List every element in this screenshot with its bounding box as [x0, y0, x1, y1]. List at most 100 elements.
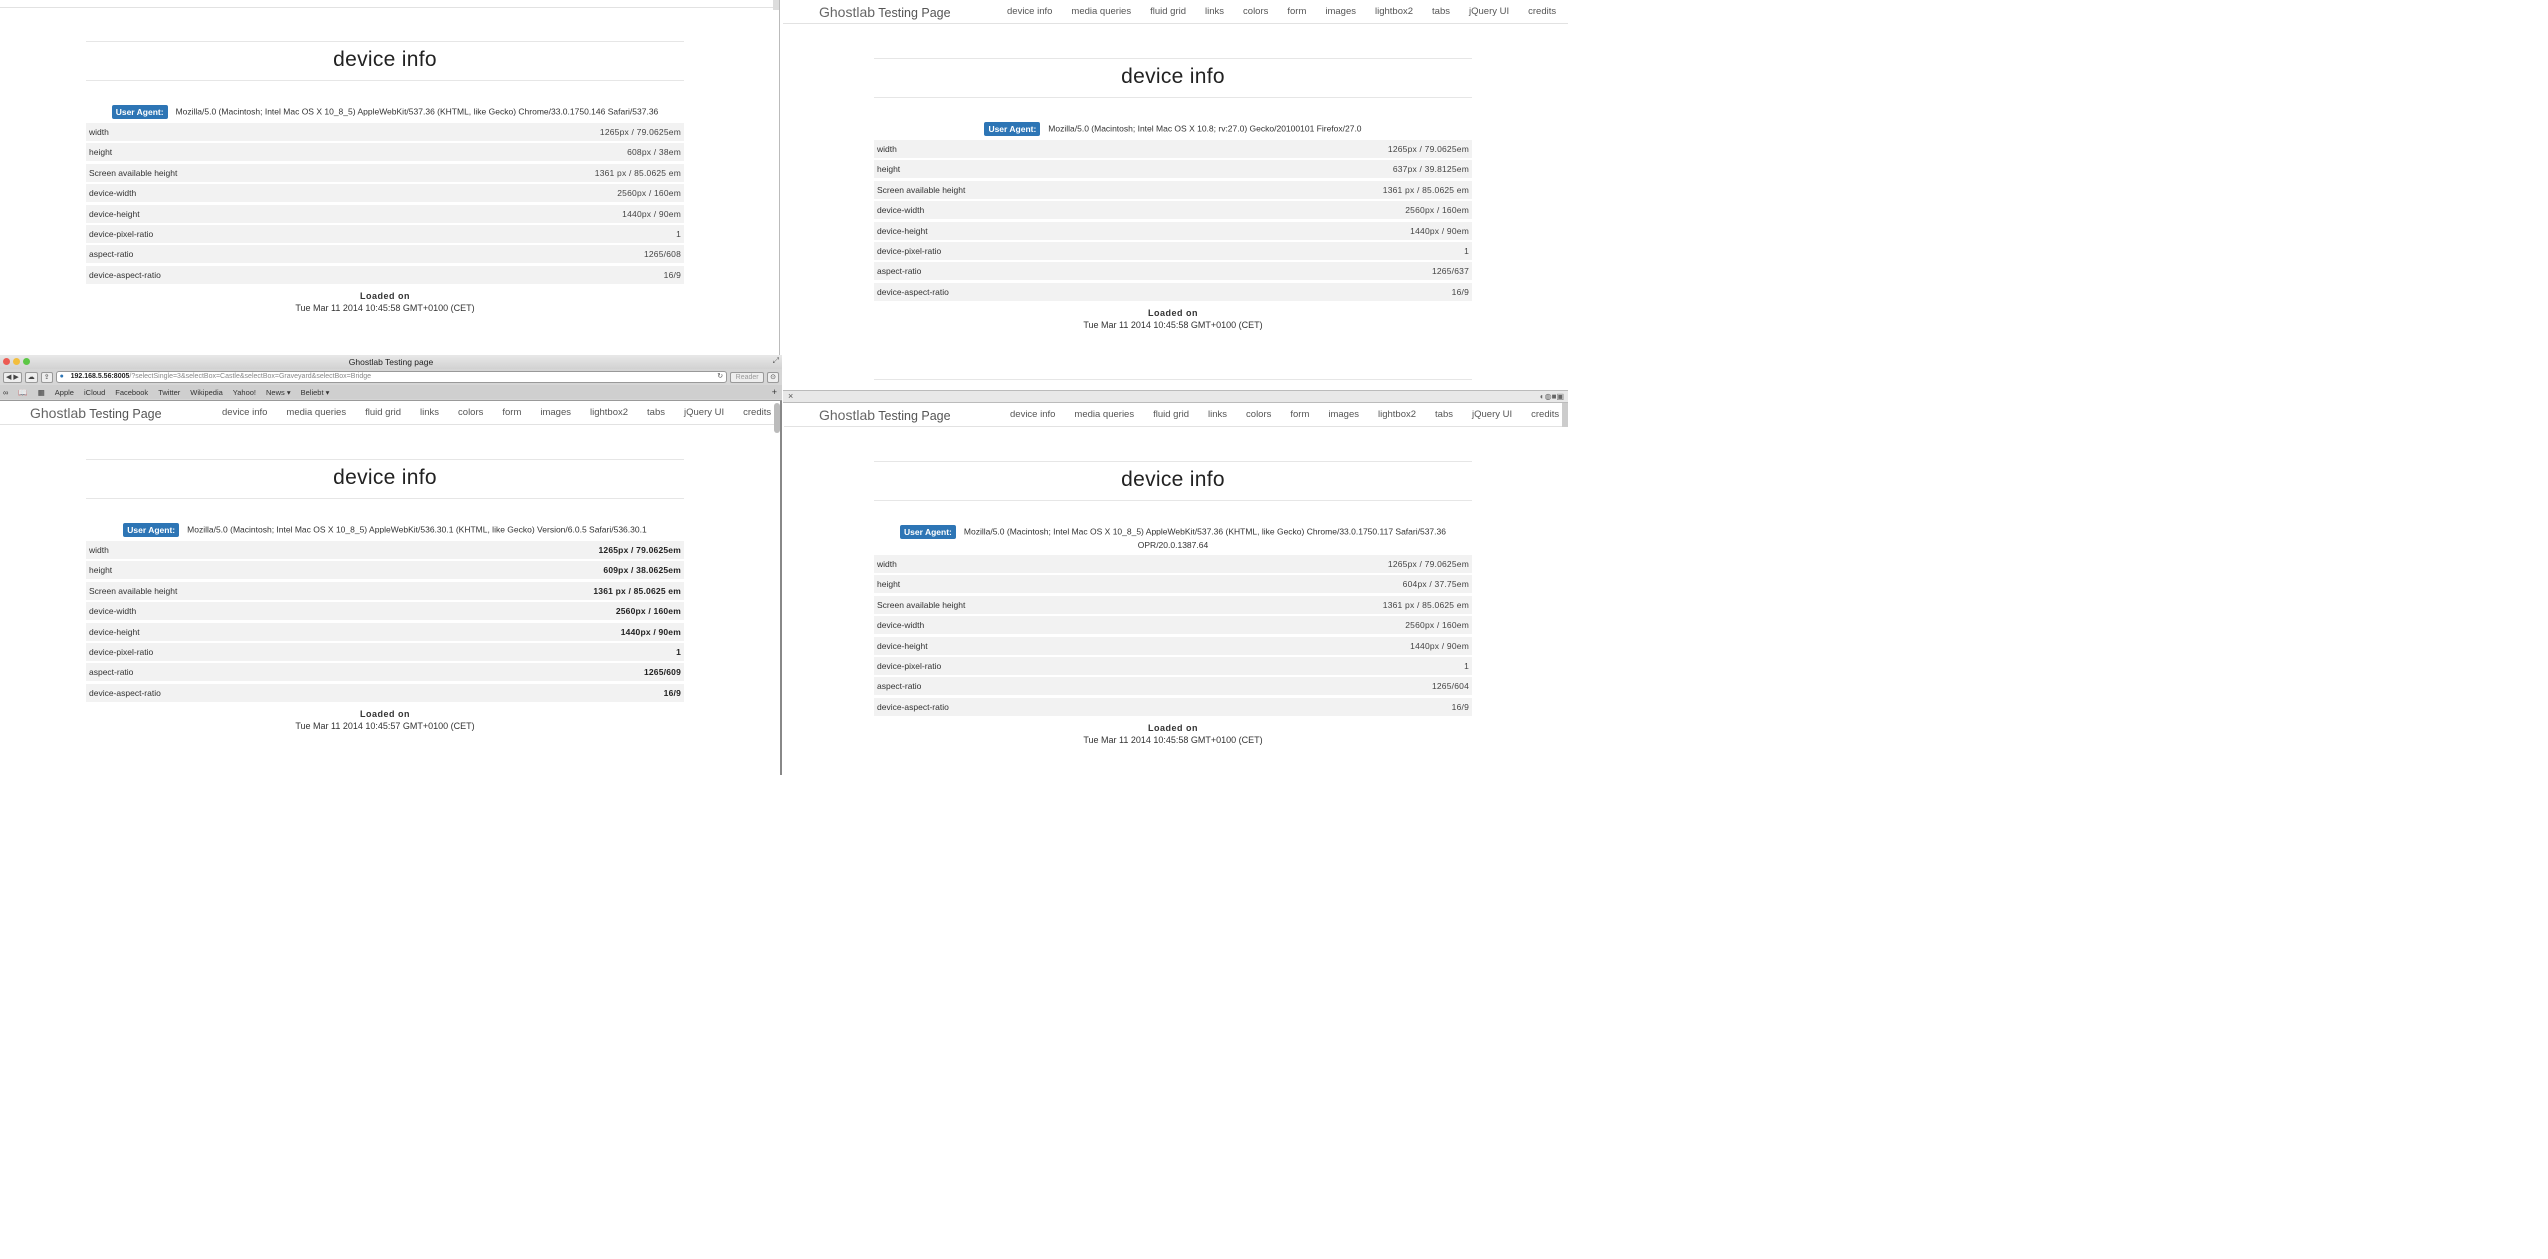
reload-icon[interactable]: ↻ — [717, 372, 723, 382]
close-window-icon[interactable] — [3, 358, 10, 365]
nav-link-1[interactable]: media queries — [1074, 409, 1134, 420]
nav-link-3[interactable]: links — [420, 407, 439, 418]
row-value: 1361 px / 85.0625 em — [1382, 184, 1469, 195]
bookmark-item[interactable]: iCloud — [84, 388, 105, 397]
nav-link-6[interactable]: images — [1328, 409, 1359, 420]
brand-suffix: Testing Page — [89, 407, 162, 421]
bookmark-item[interactable]: News ▾ — [266, 388, 291, 397]
nav-menu: device info media queries fluid grid links c… — [1007, 6, 1568, 17]
add-bookmark-icon[interactable]: + — [772, 387, 777, 397]
nav-link-8[interactable]: tabs — [1432, 6, 1450, 17]
address-bar[interactable]: ● 192.168.5.56:8005/?selectSingle=3&selec… — [55, 371, 728, 383]
table-row: aspect-ratio 1265/637 — [874, 262, 1472, 281]
nav-link-1[interactable]: media queries — [1071, 6, 1131, 17]
row-value: 1265px / 79.0625em — [598, 545, 681, 555]
reader-button[interactable]: Reader — [730, 371, 765, 383]
nav-link-4[interactable]: colors — [1243, 6, 1268, 17]
back-forward-buttons[interactable]: ◀ ▶ — [3, 371, 22, 383]
row-value: 16/9 — [1451, 701, 1469, 712]
zoom-window-icon[interactable] — [23, 358, 30, 365]
bookmark-item[interactable]: Yahoo! — [233, 388, 256, 397]
nav-link-0[interactable]: device info — [1010, 409, 1055, 420]
nav-link-10[interactable]: credits — [743, 407, 771, 418]
brand[interactable]: Ghostlab Testing Page — [819, 4, 951, 20]
user-agent-badge: User Agent: — [900, 525, 956, 539]
brand[interactable]: Ghostlab Testing Page — [30, 405, 162, 421]
nav-link-0[interactable]: device info — [222, 407, 267, 418]
downloads-icon[interactable]: ⊙ — [767, 371, 779, 383]
nav-link-6[interactable]: images — [540, 407, 571, 418]
loaded-label: Loaded on — [1148, 307, 1198, 318]
table-row: device-pixel-ratio 1 — [86, 642, 684, 661]
nav-link-1[interactable]: media queries — [286, 407, 346, 418]
nav-link-2[interactable]: fluid grid — [365, 407, 401, 418]
bookmark-item[interactable]: Beliebt ▾ — [301, 388, 330, 397]
share-icon[interactable]: ⇪ — [40, 371, 53, 383]
table-row: height 609px / 38.0625em — [86, 561, 684, 580]
nav-link-2[interactable]: fluid grid — [1150, 6, 1186, 17]
bookmark-item[interactable]: Facebook — [115, 388, 148, 397]
minimize-window-icon[interactable] — [13, 358, 20, 365]
nav-link-4[interactable]: colors — [1246, 409, 1271, 420]
row-label: device-height — [877, 640, 928, 651]
row-value: 1361 px / 85.0625 em — [593, 585, 681, 596]
row-value: 1265px / 79.0625em — [599, 127, 681, 137]
info-table: width 1265px / 79.0625em height 608px / 38e… — [86, 123, 684, 284]
nav-link-4[interactable]: colors — [458, 407, 483, 418]
navbar: Ghostlab Testing Page device info media q… — [784, 403, 1568, 427]
nav-link-9[interactable]: jQuery UI — [684, 407, 724, 418]
close-icon[interactable]: × — [788, 391, 793, 401]
bookmark-item[interactable]: Wikipedia — [190, 388, 223, 397]
nav-link-7[interactable]: lightbox2 — [590, 407, 628, 418]
row-value: 609px / 38.0625em — [603, 565, 681, 576]
nav-link-7[interactable]: lightbox2 — [1375, 6, 1413, 17]
row-value: 1361 px / 85.0625 em — [1382, 599, 1469, 610]
bookmarks-list: Apple iCloud Facebook Twitter Wikipedia Yahoo… — [55, 388, 330, 397]
bookmarks-icon[interactable]: 📖 — [18, 388, 27, 397]
bookmark-item[interactable]: Apple — [55, 388, 74, 397]
device-info-section: device info User Agent: Mozilla/5.0 (Maci… — [86, 459, 684, 732]
table-row: aspect-ratio 1265/609 — [86, 663, 684, 682]
icloud-tabs-icon[interactable]: ☁ — [24, 371, 38, 383]
nav-link-9[interactable]: jQuery UI — [1472, 409, 1512, 420]
browser-pane-safari: Ghostlab Testing Page device info media q… — [0, 401, 782, 775]
user-agent-badge: User Agent: — [111, 105, 168, 119]
nav-link-8[interactable]: tabs — [647, 407, 665, 418]
row-label: device-width — [877, 205, 925, 216]
user-agent-badge: User Agent: — [123, 523, 180, 537]
window-title: Ghostlab Testing page — [348, 357, 434, 367]
page-heading: device info — [333, 48, 437, 71]
reading-list-icon[interactable]: ∞ — [3, 388, 8, 397]
scrollbar[interactable] — [773, 0, 779, 10]
nav-menu: device info media queries fluid grid links c… — [222, 407, 780, 418]
nav-link-5[interactable]: form — [502, 407, 521, 418]
fullscreen-icon[interactable]: ⤢ — [773, 356, 779, 366]
bookmark-item[interactable]: Twitter — [158, 388, 180, 397]
loaded-label: Loaded on — [360, 290, 410, 301]
nav-link-5[interactable]: form — [1287, 6, 1306, 17]
table-row: Screen available height 1361 px / 85.0625… — [874, 595, 1472, 614]
nav-link-7[interactable]: lightbox2 — [1378, 409, 1416, 420]
row-label: width — [877, 144, 897, 154]
divider — [86, 80, 684, 81]
nav-link-2[interactable]: fluid grid — [1153, 409, 1189, 420]
nav-link-3[interactable]: links — [1205, 6, 1224, 17]
nav-link-3[interactable]: links — [1208, 409, 1227, 420]
row-label: height — [877, 579, 901, 590]
row-label: Screen available height — [877, 184, 966, 195]
nav-link-10[interactable]: credits — [1531, 409, 1559, 420]
nav-link-8[interactable]: tabs — [1435, 409, 1453, 420]
row-label: Screen available height — [877, 599, 966, 610]
brand[interactable]: Ghostlab Testing Page — [819, 407, 951, 423]
row-value: 1 — [676, 646, 681, 657]
globe-icon: ● — [59, 373, 64, 380]
nav-link-10[interactable]: credits — [1528, 6, 1556, 17]
nav-link-5[interactable]: form — [1290, 409, 1309, 420]
row-value: 1265px / 79.0625em — [1387, 559, 1469, 569]
scrollbar[interactable] — [774, 403, 780, 433]
nav-link-9[interactable]: jQuery UI — [1469, 6, 1509, 17]
nav-link-6[interactable]: images — [1325, 6, 1356, 17]
top-sites-icon[interactable]: ▦ — [38, 388, 45, 397]
scrollbar[interactable] — [1562, 403, 1568, 427]
nav-link-0[interactable]: device info — [1007, 6, 1052, 17]
